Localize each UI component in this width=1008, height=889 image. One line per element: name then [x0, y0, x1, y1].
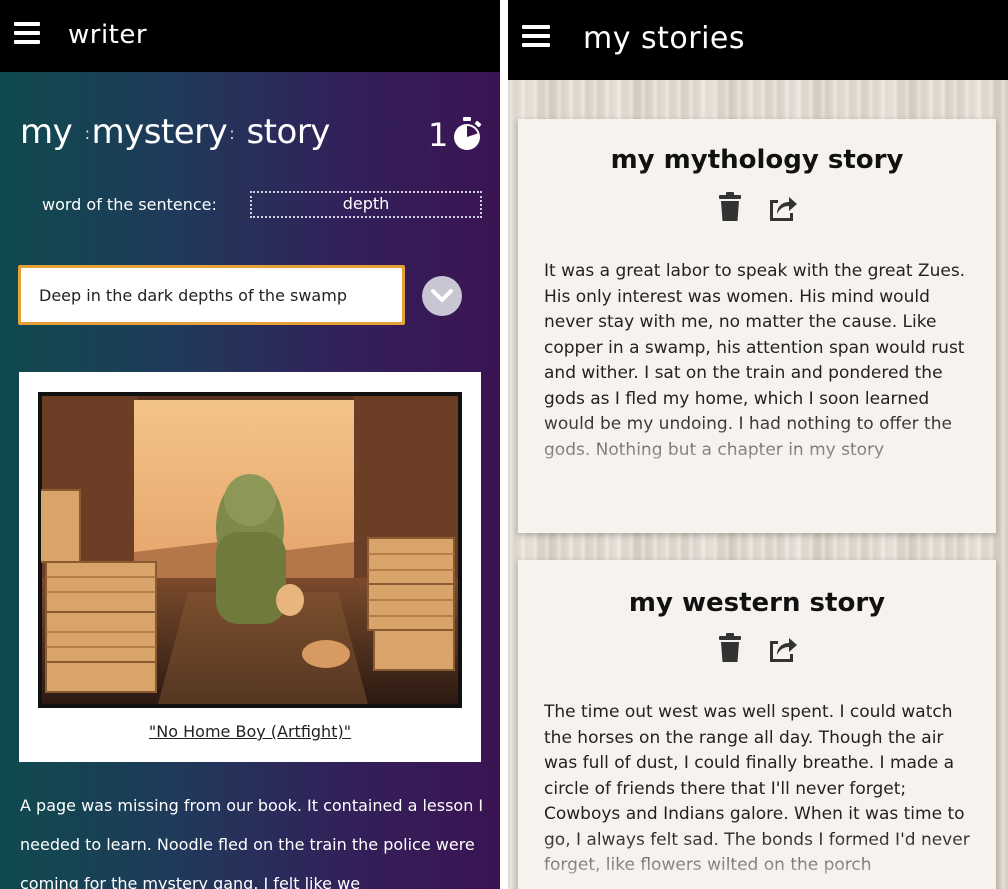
artwork-card: "No Home Boy (Artfight)"	[19, 372, 481, 762]
app-bar-title: writer	[68, 20, 148, 50]
hamburger-menu-icon[interactable]	[522, 25, 550, 49]
story-card-title: my western story	[628, 588, 886, 618]
writer-screen: writer my mystery story 1 word of the se…	[0, 0, 500, 889]
trash-icon[interactable]	[714, 190, 746, 224]
stories-app-bar: my stories	[508, 0, 1008, 80]
hamburger-menu-icon[interactable]	[14, 22, 40, 46]
my-stories-screen: my stories my mythology story It was a g…	[508, 0, 1008, 889]
story-text: A page was missing from our book. It con…	[20, 796, 484, 889]
story-genre[interactable]: mystery	[83, 112, 237, 152]
word-of-sentence-label: word of the sentence:	[42, 195, 217, 214]
app-bar-title: my stories	[583, 21, 746, 56]
story-card-title: my mythology story	[610, 145, 904, 175]
story-title-suffix: story	[246, 112, 330, 152]
stopwatch-icon[interactable]	[451, 116, 483, 152]
trash-icon[interactable]	[714, 631, 746, 665]
story-card-actions	[714, 190, 804, 224]
share-icon[interactable]	[766, 190, 798, 224]
writer-app-bar: writer	[0, 0, 500, 72]
share-icon[interactable]	[766, 631, 798, 665]
story-card[interactable]: my western story The time out west was w…	[518, 560, 996, 889]
artwork-image[interactable]	[35, 389, 465, 711]
story-card[interactable]: my mythology story It was a great labor …	[518, 119, 996, 533]
story-title: my mystery story	[20, 112, 330, 152]
story-card-excerpt: The time out west was well spent. I coul…	[544, 702, 970, 875]
story-card-actions	[714, 631, 804, 665]
sentence-counter: 1	[428, 116, 449, 154]
sentence-input[interactable]	[18, 265, 405, 325]
story-card-excerpt: It was a great labor to speak with the g…	[544, 261, 966, 460]
word-of-sentence-value: depth	[250, 191, 482, 218]
story-title-prefix: my	[20, 112, 73, 152]
chevron-down-icon[interactable]	[422, 276, 462, 316]
artwork-caption-link[interactable]: "No Home Boy (Artfight)"	[19, 722, 481, 741]
